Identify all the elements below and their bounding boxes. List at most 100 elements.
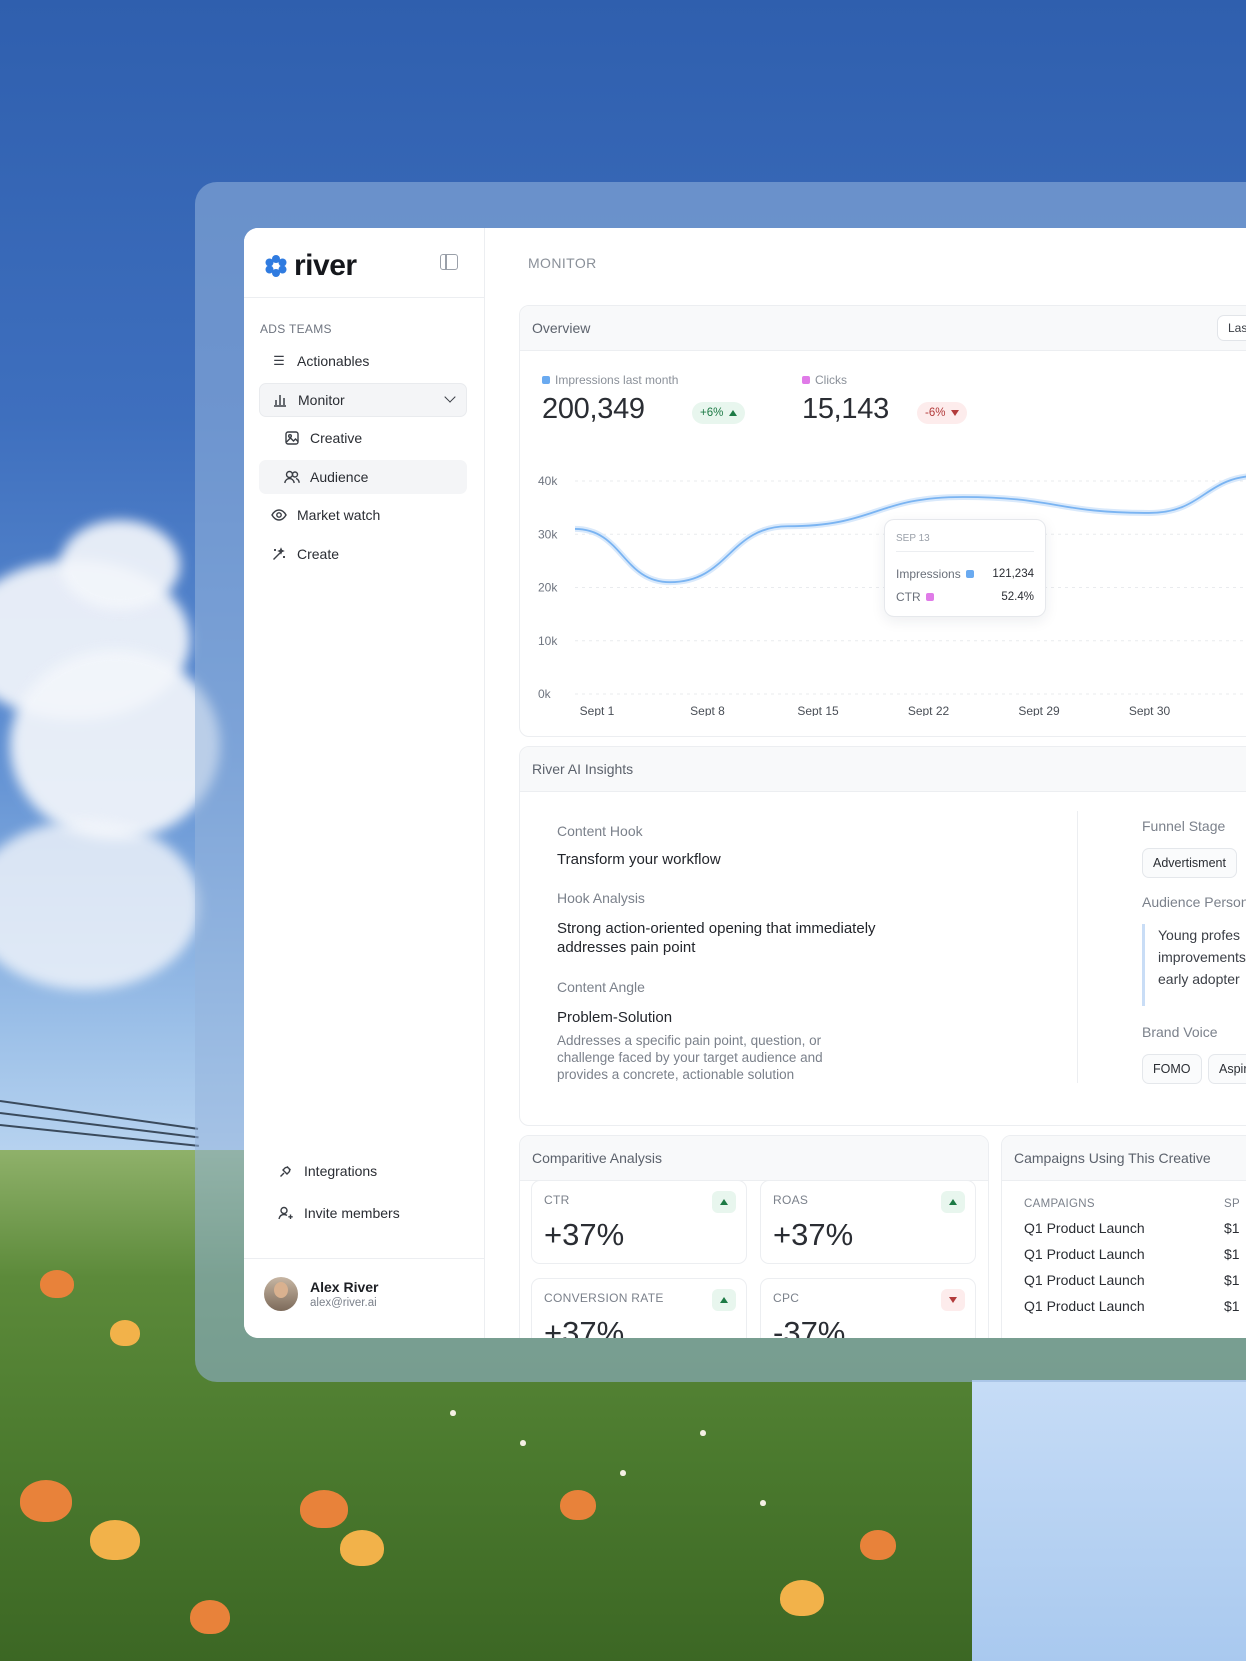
table-row[interactable]: Q1 Product Launch $1 — [1024, 1220, 1246, 1236]
tooltip-row: Impressions 121,234 — [896, 567, 1034, 581]
main-content: MONITOR Overview Las Impressions last mo… — [485, 228, 1246, 1338]
table-row[interactable]: Q1 Product Launch $1 — [1024, 1272, 1246, 1288]
sidebar-item-integrations[interactable]: Integrations — [266, 1154, 466, 1188]
campaign-spend: $1 — [1224, 1298, 1240, 1314]
sidebar-item-audience[interactable]: Audience — [259, 459, 467, 494]
content-hook-label: Content Hook — [557, 823, 643, 839]
sidebar-item-market-watch[interactable]: Market watch — [259, 498, 467, 532]
table-row[interactable]: Q1 Product Launch $1 — [1024, 1298, 1246, 1314]
metric-card-label: CTR — [544, 1193, 570, 1207]
hook-analysis-label: Hook Analysis — [557, 890, 645, 906]
tooltip-date: SEP 13 — [896, 533, 930, 544]
tooltip-label: Impressions — [896, 567, 961, 581]
legend-swatch — [802, 376, 810, 384]
flower — [20, 1480, 72, 1522]
sidebar-item-label: Monitor — [298, 391, 345, 408]
image-icon — [284, 430, 300, 446]
sidebar-nav: ☰ Actionables Monitor Creative Audience … — [259, 344, 467, 575]
card-title: Campaigns Using This Creative — [1002, 1136, 1246, 1181]
table-row[interactable]: Q1 Product Launch $1 — [1024, 1246, 1246, 1262]
collapse-sidebar-icon[interactable] — [440, 254, 458, 270]
x-tick-label: Sept 8 — [690, 704, 725, 716]
section-label: ADS TEAMS — [260, 322, 332, 336]
metric-card-value: +37% — [544, 1217, 625, 1252]
metric-card-cpc: CPC -37% — [760, 1278, 976, 1338]
persona-line: Young profes — [1158, 927, 1240, 943]
metric-card-value: +37% — [773, 1217, 854, 1252]
y-tick-label: 20k — [538, 581, 558, 595]
eye-icon — [271, 507, 287, 523]
flower — [560, 1490, 596, 1520]
x-tick-label: Sept 29 — [1018, 704, 1060, 716]
x-tick-label: Sept 22 — [908, 704, 950, 716]
hook-analysis-line: addresses pain point — [557, 939, 696, 956]
content-angle-description: challenge faced by your target audience … — [557, 1050, 823, 1065]
cloud — [10, 650, 220, 840]
change-value: +6% — [700, 407, 724, 419]
chart-tooltip: SEP 13 Impressions 121,234 CTR 52.4% — [884, 519, 1046, 617]
sidebar-item-label: Create — [297, 545, 340, 562]
divider — [1077, 811, 1078, 1083]
sidebar-item-monitor[interactable]: Monitor — [259, 382, 467, 417]
y-tick-label: 40k — [538, 474, 558, 488]
metric-label: Clicks — [815, 373, 847, 387]
tooltip-row: CTR 52.4% — [896, 590, 1034, 604]
sidebar-item-label: Actionables — [297, 353, 370, 369]
user-email: alex@river.ai — [310, 1297, 377, 1309]
x-tick-label: Sept 30 — [1129, 704, 1171, 716]
content-hook-value: Transform your workflow — [557, 851, 721, 868]
comparative-analysis-card: Comparitive Analysis CTR +37% ROAS +37% … — [519, 1135, 989, 1338]
user-plus-icon — [278, 1205, 294, 1221]
flower — [300, 1490, 348, 1528]
metric-card-conversion-rate: CONVERSION RATE +37% — [531, 1278, 747, 1338]
user-name: Alex River — [310, 1279, 379, 1295]
card-title: Comparitive Analysis — [520, 1136, 988, 1181]
sidebar-item-create[interactable]: Create — [259, 537, 467, 571]
brand-logo[interactable]: river — [264, 248, 357, 284]
metric-card-label: CPC — [773, 1291, 800, 1305]
sidebar-item-label: Integrations — [304, 1163, 378, 1179]
x-tick-label: Sept 1 — [580, 704, 615, 716]
user-profile[interactable]: Alex River alex@river.ai — [264, 1277, 378, 1311]
sidebar-item-label: Market watch — [297, 507, 381, 523]
legend-swatch — [542, 376, 550, 384]
arrow-down-icon — [949, 1297, 957, 1303]
audience-persona-label: Audience Person — [1142, 894, 1246, 910]
campaign-spend: $1 — [1224, 1272, 1240, 1288]
campaigns-table: CAMPAIGNS SP Q1 Product Launch $1 Q1 Pro… — [1024, 1198, 1246, 1314]
bar-chart-icon — [272, 392, 288, 408]
persona-line: improvements — [1158, 949, 1246, 965]
card-title: River AI Insights — [520, 747, 1246, 792]
x-tick-label: Sept 15 — [797, 704, 839, 716]
card-title: Overview — [520, 306, 1246, 351]
legend-swatch — [925, 593, 934, 601]
flower — [860, 1530, 896, 1560]
magic-wand-icon — [271, 546, 287, 562]
chevron-down-icon — [444, 390, 456, 403]
audience-persona-quote: Young profes improvements early adopter — [1142, 924, 1246, 1006]
brand-voice-label: Brand Voice — [1142, 1024, 1218, 1040]
cloud — [60, 520, 180, 610]
change-badge: -6% — [917, 402, 968, 424]
metric-card-value: +37% — [544, 1315, 625, 1338]
sidebar-item-creative[interactable]: Creative — [259, 421, 467, 455]
sidebar-item-actionables[interactable]: ☰ Actionables — [259, 344, 467, 378]
trend-down-badge — [941, 1289, 965, 1311]
flower — [780, 1580, 824, 1616]
divider — [244, 1258, 484, 1259]
campaign-name: Q1 Product Launch — [1024, 1298, 1145, 1314]
persona-line: early adopter — [1158, 971, 1240, 987]
content-angle-description: Addresses a specific pain point, questio… — [557, 1033, 822, 1048]
metric-card-roas: ROAS +37% — [760, 1180, 976, 1264]
arrow-up-icon — [949, 1199, 957, 1205]
content-angle-label: Content Angle — [557, 979, 645, 995]
date-range-select[interactable]: Las — [1217, 315, 1246, 341]
ai-insights-card: River AI Insights Content Hook Transform… — [519, 746, 1246, 1126]
campaign-name: Q1 Product Launch — [1024, 1272, 1145, 1288]
campaign-name: Q1 Product Launch — [1024, 1246, 1145, 1262]
flower — [110, 1320, 140, 1346]
y-tick-label: 30k — [538, 527, 558, 541]
flower — [340, 1530, 384, 1566]
sidebar: river ADS TEAMS ☰ Actionables Monitor Cr — [244, 228, 485, 1338]
sidebar-item-invite-members[interactable]: Invite members — [266, 1196, 466, 1230]
